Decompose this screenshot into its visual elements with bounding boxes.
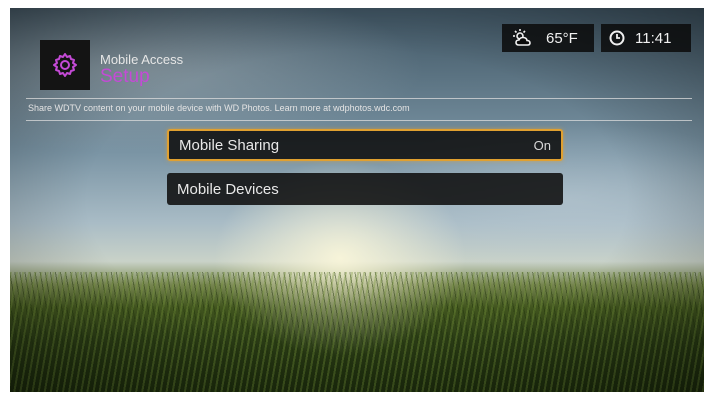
page-subtitle: Setup xyxy=(100,66,150,87)
menu-item-mobile-sharing[interactable]: Mobile Sharing On xyxy=(167,129,563,161)
page-title: Mobile Access xyxy=(100,52,184,67)
menu-item-label: Mobile Sharing xyxy=(179,136,280,154)
divider-bottom xyxy=(26,120,692,121)
menu-item-label: Mobile Devices xyxy=(177,180,279,198)
menu-item-mobile-devices[interactable]: Mobile Devices xyxy=(167,173,563,205)
app-icon-tile xyxy=(40,40,90,90)
info-text: Share WDTV content on your mobile device… xyxy=(28,103,410,113)
time-label: 11:41 xyxy=(635,29,672,47)
temperature-label: 65°F xyxy=(546,29,578,47)
gear-icon xyxy=(53,53,77,77)
menu-item-value: On xyxy=(533,137,551,153)
divider-top xyxy=(26,98,692,99)
grass-background xyxy=(10,272,704,392)
clock-widget: 11:41 xyxy=(601,24,691,52)
weather-widget: 65°F xyxy=(502,24,594,52)
clock-icon xyxy=(609,30,625,46)
tv-screen: Mobile Access Setup 65°F 11:41 Share WDT… xyxy=(10,8,704,392)
partly-cloudy-icon xyxy=(513,29,531,46)
